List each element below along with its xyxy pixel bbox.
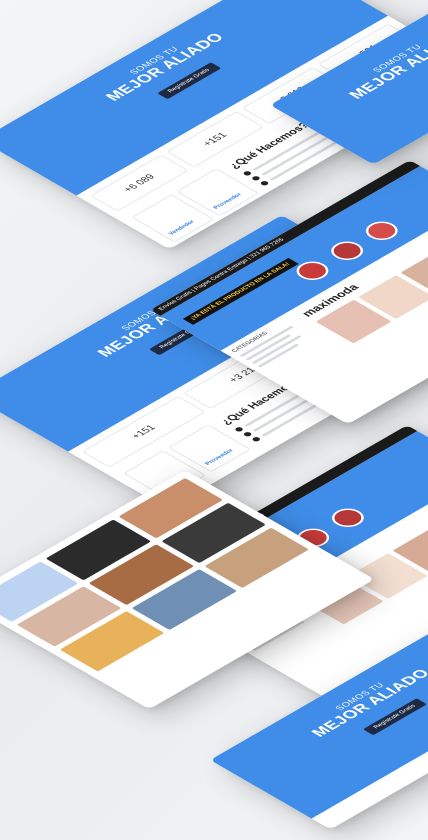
bullet-icon [251, 436, 262, 443]
supplier-label: Proveedor [212, 192, 244, 211]
supplier-label: Proveedor [204, 448, 236, 467]
seller-label: Vendedor [167, 219, 197, 237]
bullet-icon [242, 431, 253, 438]
bullet-icon [259, 180, 270, 187]
promo-badge [290, 257, 335, 284]
promo-badge [325, 504, 371, 531]
mockup-collage: SOMOS TU MEJOR ALIADO Regístrate Gratis … [0, 0, 428, 840]
promo-badge [359, 217, 405, 244]
promo-badge [324, 237, 370, 264]
bullet-icon [233, 426, 245, 433]
bullet-icon [242, 170, 253, 177]
bullet-icon [250, 175, 262, 182]
